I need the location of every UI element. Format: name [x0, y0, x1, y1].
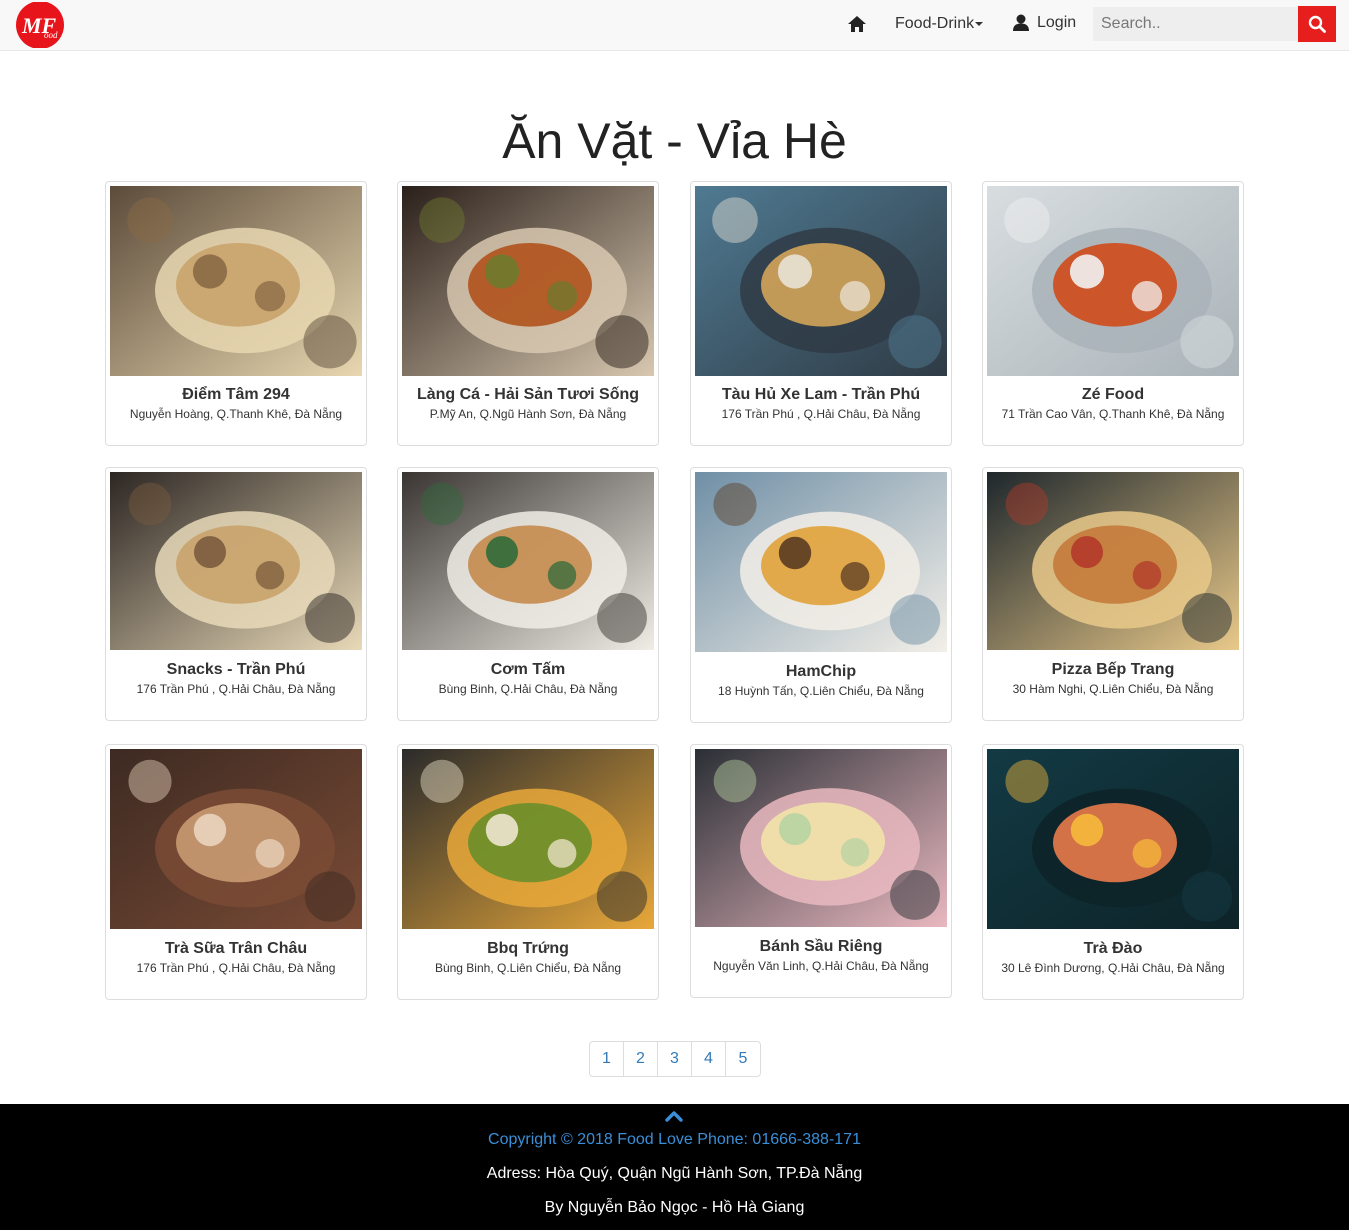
- durian-cakes-photo: [695, 749, 947, 927]
- place-address: Bùng Binh, Q.Liên Chiểu, Đà Nẵng: [434, 961, 622, 975]
- place-name: Cơm Tấm: [490, 661, 566, 678]
- login-label: Login: [1037, 14, 1077, 31]
- place-card[interactable]: HamChip 18 Huỳnh Tấn, Q.Liên Chiểu, Đà N…: [690, 467, 952, 723]
- caret-down-icon: [975, 21, 984, 26]
- fries-on-table-photo: [110, 186, 362, 376]
- place-card[interactable]: Bbq Trứng Bùng Binh, Q.Liên Chiểu, Đà Nẵ…: [397, 744, 659, 1000]
- place-name: HamChip: [785, 663, 857, 680]
- place-card[interactable]: Làng Cá - Hải Sản Tươi Sống P.Mỹ An, Q.N…: [397, 181, 659, 446]
- place-card[interactable]: Pizza Bếp Trang 30 Hàm Nghi, Q.Liên Chiể…: [982, 467, 1244, 721]
- grilled-crab-plate-photo: [402, 186, 654, 376]
- place-card[interactable]: Bánh Sầu Riêng Nguyễn Văn Linh, Q.Hải Ch…: [690, 744, 952, 998]
- rice-and-vegetables-photo: [402, 472, 654, 650]
- search-input[interactable]: [1093, 7, 1298, 41]
- page-link-4[interactable]: 4: [692, 1042, 726, 1076]
- page-link-3[interactable]: 3: [658, 1042, 692, 1076]
- place-card[interactable]: Snacks - Trần Phú 176 Trần Phú , Q.Hải C…: [105, 467, 367, 721]
- place-address: Bùng Binh, Q.Hải Châu, Đà Nẵng: [438, 682, 618, 696]
- food-drink-label: Food-Drink: [895, 15, 975, 32]
- place-card[interactable]: Điểm Tâm 294 Nguyễn Hoàng, Q.Thanh Khê, …: [105, 181, 367, 446]
- page-link-2[interactable]: 2: [624, 1042, 658, 1076]
- place-name: Trà Sữa Trân Châu: [164, 940, 308, 957]
- chevron-up-icon[interactable]: [665, 1109, 683, 1122]
- place-photo: [110, 472, 362, 650]
- place-photo: [695, 749, 947, 927]
- home-icon[interactable]: [846, 13, 868, 35]
- search-icon: [1308, 15, 1326, 33]
- pagination: 1 2 3 4 5: [589, 1041, 761, 1077]
- place-photo: [110, 749, 362, 929]
- place-name: Pizza Bếp Trang: [1051, 661, 1175, 678]
- footer-copyright: Copyright © 2018 Food Love Phone: 01666-…: [488, 1131, 861, 1148]
- place-address: 71 Trần Cao Vân, Q.Thanh Khê, Đà Nẵng: [1001, 407, 1225, 421]
- navbar: MF ood Food-Drink Login: [0, 0, 1349, 51]
- place-address: 18 Huỳnh Tấn, Q.Liên Chiểu, Đà Nẵng: [718, 684, 924, 698]
- place-photo: [695, 186, 947, 376]
- page-link-5[interactable]: 5: [726, 1042, 760, 1076]
- page-link-1[interactable]: 1: [590, 1042, 624, 1076]
- place-address: 176 Trần Phú , Q.Hải Châu, Đà Nẵng: [721, 407, 921, 421]
- place-photo: [695, 472, 947, 652]
- place-name: Tàu Hủ Xe Lam - Trần Phú: [721, 386, 921, 403]
- place-photo: [110, 186, 362, 376]
- place-name: Snacks - Trần Phú: [166, 661, 306, 678]
- place-card[interactable]: Cơm Tấm Bùng Binh, Q.Hải Châu, Đà Nẵng: [397, 467, 659, 721]
- place-card[interactable]: Zé Food 71 Trần Cao Vân, Q.Thanh Khê, Đà…: [982, 181, 1244, 446]
- login-link[interactable]: Login: [1013, 14, 1076, 32]
- svg-text:ood: ood: [44, 30, 58, 40]
- place-photo: [402, 749, 654, 929]
- search-button[interactable]: [1298, 6, 1336, 42]
- place-address: 176 Trần Phú , Q.Hải Châu, Đà Nẵng: [136, 961, 336, 975]
- place-photo: [987, 749, 1239, 929]
- place-photo: [402, 186, 654, 376]
- place-address: Nguyễn Hoàng, Q.Thanh Khê, Đà Nẵng: [129, 407, 343, 421]
- place-address: 176 Trần Phú , Q.Hải Châu, Đà Nẵng: [136, 682, 336, 696]
- user-icon: [1013, 14, 1029, 31]
- footer: Copyright © 2018 Food Love Phone: 01666-…: [0, 1104, 1349, 1230]
- footer-authors: By Nguyễn Bảo Ngọc - Hồ Hà Giang: [544, 1199, 805, 1216]
- place-name: Làng Cá - Hải Sản Tươi Sống: [416, 386, 640, 403]
- burger-and-fries-photo: [695, 472, 947, 652]
- milk-tea-cups-photo: [110, 749, 362, 929]
- place-address: Nguyễn Văn Linh, Q.Hải Châu, Đà Nẵng: [713, 959, 929, 973]
- place-photo: [987, 186, 1239, 376]
- brand-logo[interactable]: MF ood: [14, 1, 66, 49]
- footer-address: Adress: Hòa Quý, Quận Ngũ Hành Sơn, TP.Đ…: [486, 1165, 863, 1182]
- place-address: 30 Lê Đình Dương, Q.Hải Châu, Đà Nẵng: [1001, 961, 1225, 975]
- place-card[interactable]: Tàu Hủ Xe Lam - Trần Phú 176 Trần Phú , …: [690, 181, 952, 446]
- place-photo: [402, 472, 654, 650]
- octopus-plate-photo: [987, 186, 1239, 376]
- place-card[interactable]: Trà Đào 30 Lê Đình Dương, Q.Hải Châu, Đà…: [982, 744, 1244, 1000]
- avocado-egg-toast-photo: [402, 749, 654, 929]
- page-title: Ăn Vặt - Vỉa Hè: [502, 113, 847, 169]
- sliced-pizza-photo: [987, 472, 1239, 650]
- place-card[interactable]: Trà Sữa Trân Châu 176 Trần Phú , Q.Hải C…: [105, 744, 367, 1000]
- place-address: P.Mỹ An, Q.Ngũ Hành Sơn, Đà Nẵng: [429, 407, 627, 421]
- place-name: Zé Food: [1081, 386, 1145, 403]
- place-name: Trà Đào: [1083, 940, 1143, 957]
- place-photo: [987, 472, 1239, 650]
- place-name: Bánh Sầu Riêng: [759, 938, 883, 955]
- place-address: 30 Hàm Nghi, Q.Liên Chiểu, Đà Nẵng: [1012, 682, 1214, 696]
- tofu-dessert-bowls-photo: [695, 186, 947, 376]
- place-name: Điểm Tâm 294: [182, 386, 290, 403]
- snack-platter-photo: [110, 472, 362, 650]
- place-name: Bbq Trứng: [487, 940, 569, 957]
- food-drink-dropdown[interactable]: Food-Drink: [895, 15, 984, 33]
- peach-tea-jar-photo: [987, 749, 1239, 929]
